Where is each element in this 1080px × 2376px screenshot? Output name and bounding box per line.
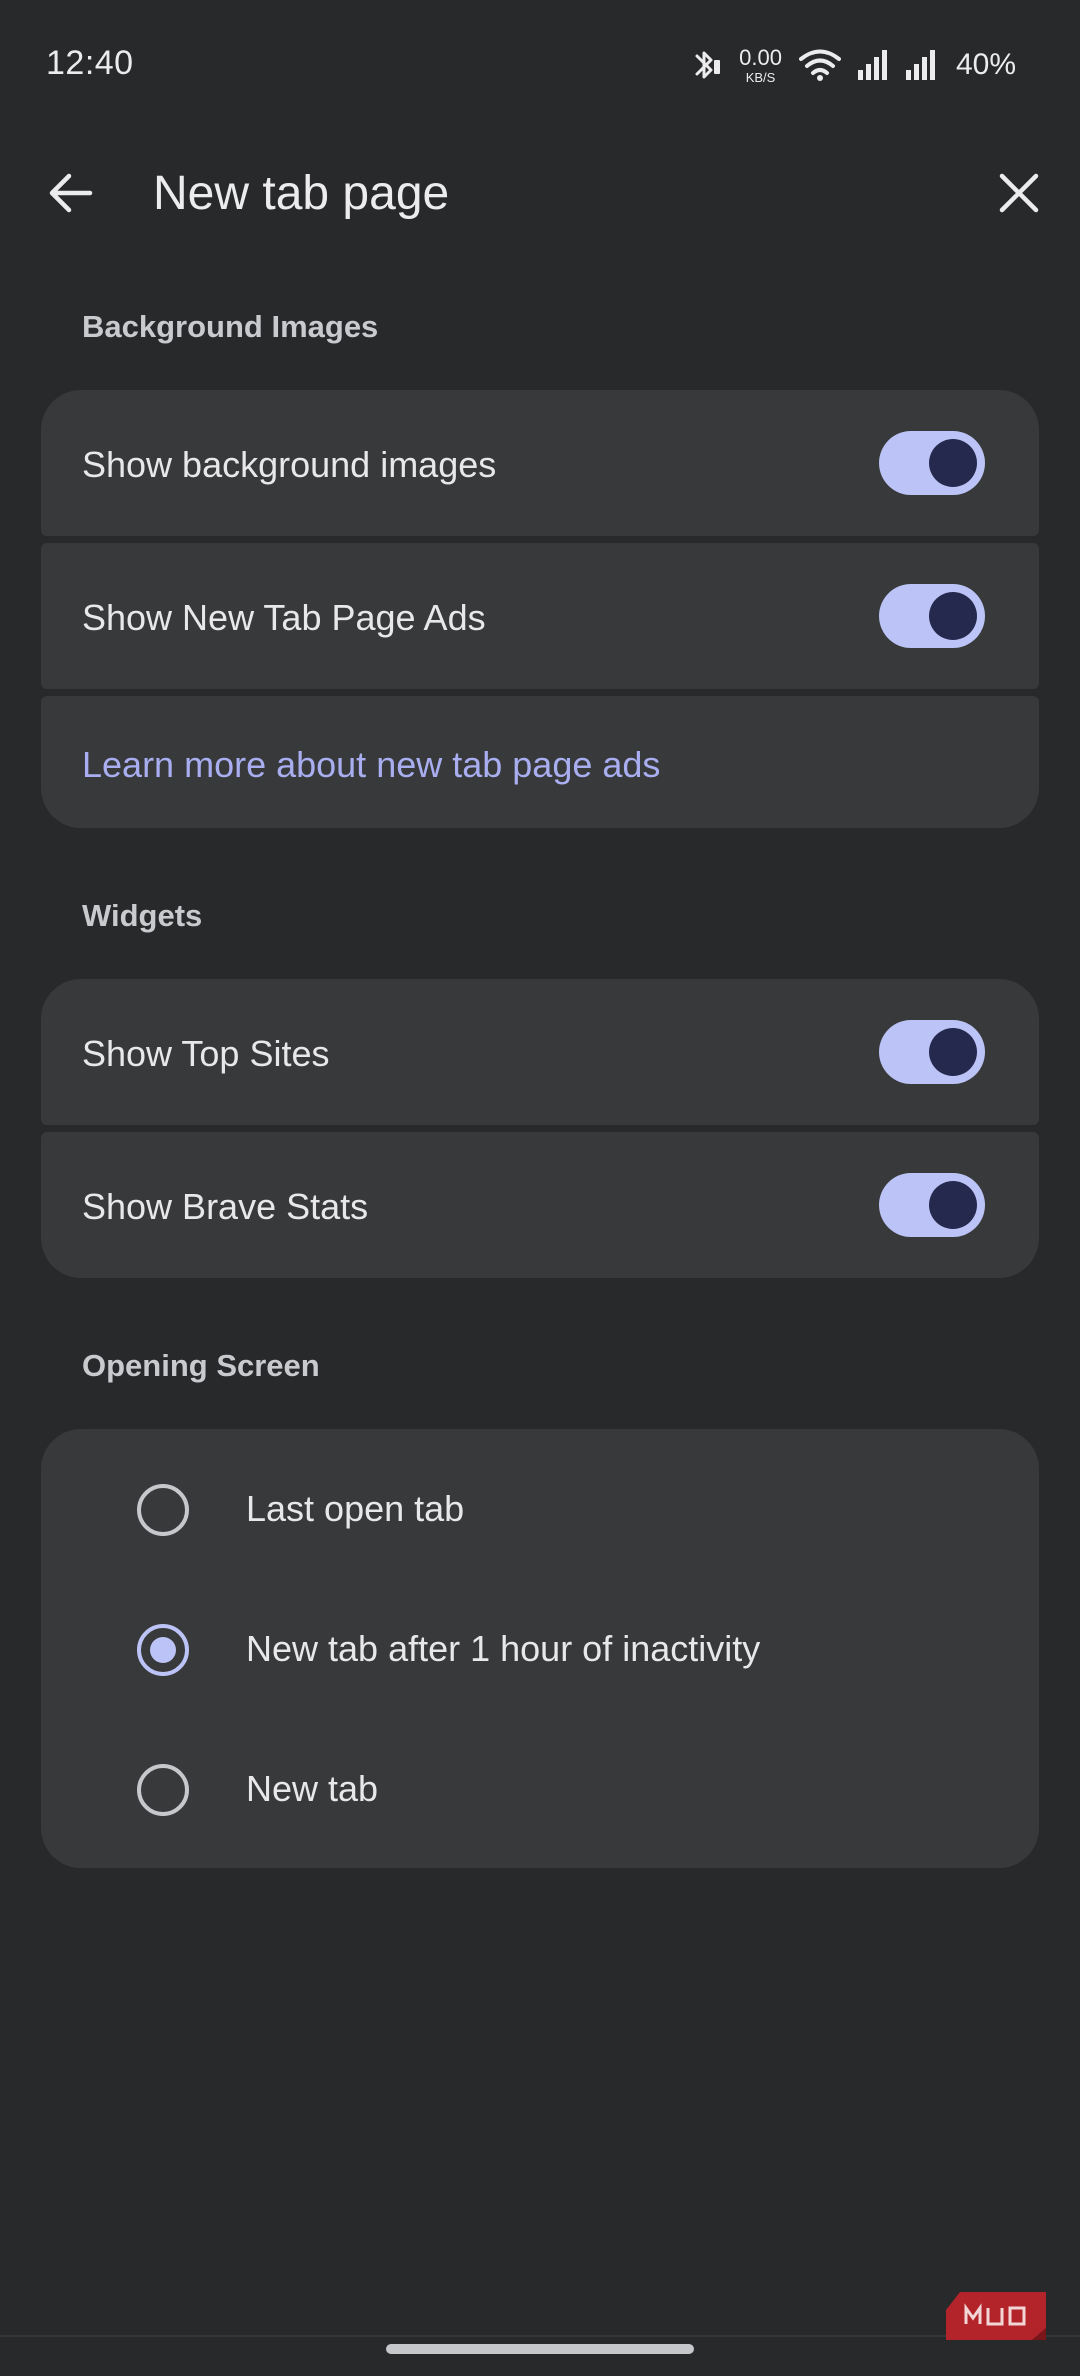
show-background-images-label: Show background images (82, 444, 497, 485)
muo-watermark-logo (944, 2290, 1048, 2342)
close-button[interactable] (984, 160, 1054, 230)
radio-button[interactable] (137, 1484, 189, 1536)
show-top-sites-row[interactable]: Show Top Sites (41, 979, 1039, 1125)
widgets-card: Show Top Sites Show Brave Stats (41, 979, 1039, 1278)
radio-dot (150, 1637, 176, 1663)
section-header-opening-screen: Opening Screen (82, 1348, 320, 1383)
learn-more-link[interactable]: Learn more about new tab page ads (82, 744, 660, 786)
screen: 12:40 0.00 KB/S 40% New tab page Backgro… (0, 0, 1080, 2376)
arrow-left-icon (48, 172, 94, 219)
radio-label: New tab (246, 1768, 379, 1809)
toggle-knob (929, 1181, 977, 1229)
signal-icon (856, 48, 890, 82)
section-header-background-images: Background Images (82, 309, 379, 344)
show-ntp-ads-toggle[interactable] (879, 584, 985, 648)
radio-option-new-tab-after-inactivity[interactable]: New tab after 1 hour of inactivity (41, 1580, 1039, 1720)
toggle-knob (929, 439, 977, 487)
page-title: New tab page (153, 167, 450, 220)
net-speed-unit: KB/S (745, 69, 776, 85)
learn-more-row[interactable]: Learn more about new tab page ads (41, 696, 1039, 828)
background-images-card: Show background images Show New Tab Page… (41, 390, 1039, 828)
show-brave-stats-label: Show Brave Stats (82, 1186, 369, 1227)
bottom-divider (0, 2335, 1080, 2337)
show-ntp-ads-label: Show New Tab Page Ads (82, 597, 486, 638)
show-top-sites-toggle[interactable] (879, 1020, 985, 1084)
show-ntp-ads-row[interactable]: Show New Tab Page Ads (41, 543, 1039, 689)
radio-option-last-open-tab[interactable]: Last open tab (41, 1440, 1039, 1580)
radio-button[interactable] (137, 1764, 189, 1816)
net-speed-indicator: 0.00 KB/S (739, 44, 782, 85)
show-brave-stats-toggle[interactable] (879, 1173, 985, 1237)
battery-level: 40% (955, 48, 1016, 81)
status-time: 12:40 (46, 44, 134, 82)
radio-option-new-tab[interactable]: New tab (41, 1720, 1039, 1860)
home-indicator[interactable] (386, 2344, 694, 2354)
toggle-knob (929, 1028, 977, 1076)
show-brave-stats-row[interactable]: Show Brave Stats (41, 1132, 1039, 1278)
close-icon (999, 173, 1039, 218)
net-speed-value: 0.00 (739, 44, 782, 70)
status-bar: 12:40 0.00 KB/S 40% (0, 0, 1080, 130)
bluetooth-icon (689, 46, 723, 84)
status-icons: 0.00 KB/S 40% (689, 40, 1016, 90)
radio-label: Last open tab (246, 1488, 465, 1529)
radio-button-selected[interactable] (137, 1624, 189, 1676)
section-header-widgets: Widgets (82, 898, 203, 933)
show-background-images-row[interactable]: Show background images (41, 390, 1039, 536)
back-button[interactable] (36, 160, 106, 230)
radio-label: New tab after 1 hour of inactivity (246, 1628, 761, 1669)
opening-screen-card: Last open tab New tab after 1 hour of in… (41, 1429, 1039, 1868)
signal-icon (904, 48, 938, 82)
show-top-sites-label: Show Top Sites (82, 1033, 330, 1074)
toggle-knob (929, 592, 977, 640)
show-background-images-toggle[interactable] (879, 431, 985, 495)
app-bar: New tab page (0, 140, 1080, 244)
wifi-icon (798, 48, 842, 82)
